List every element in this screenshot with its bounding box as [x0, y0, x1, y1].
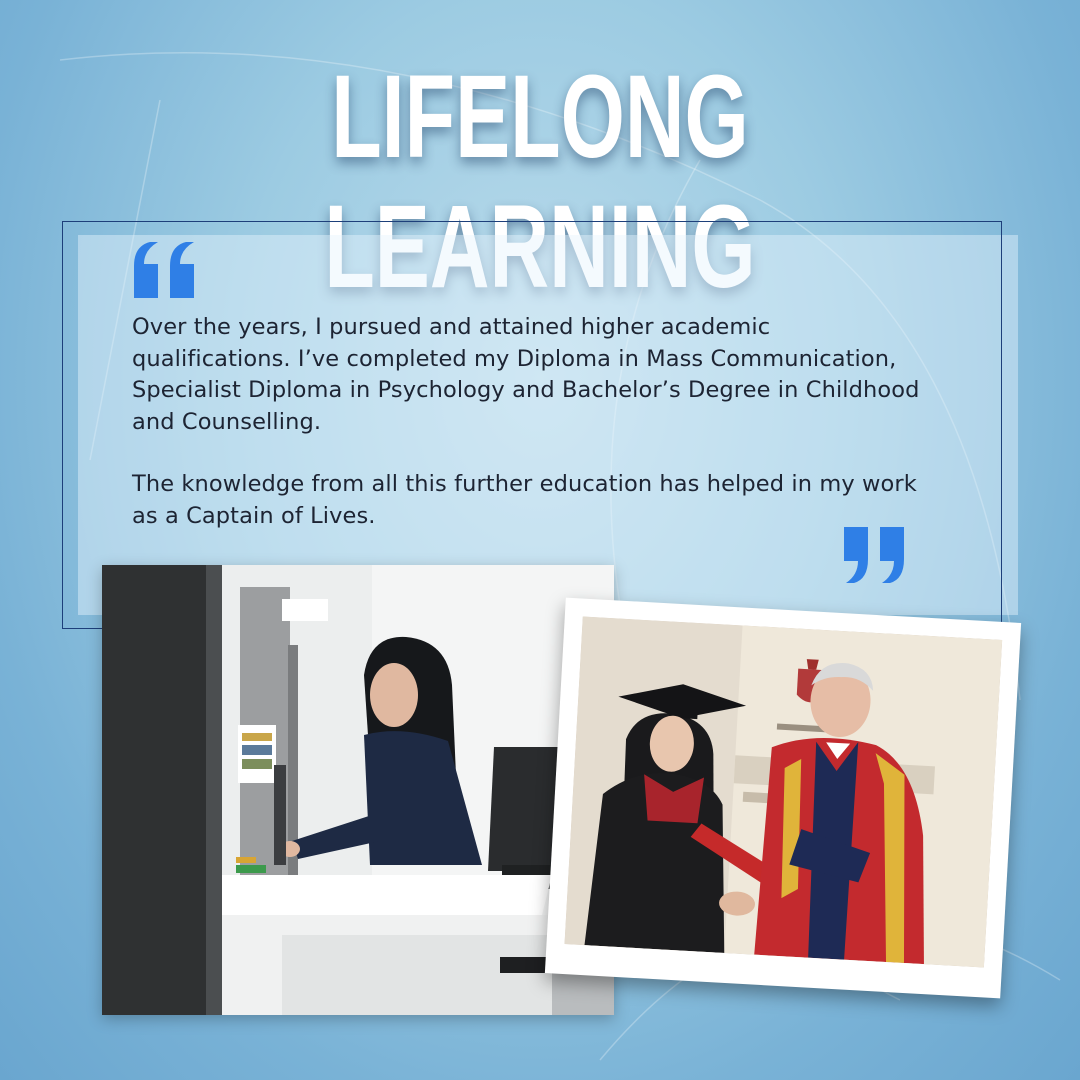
close-quote-icon	[844, 527, 904, 583]
graduation-photo	[544, 597, 1022, 999]
testimonial-quote: Over the years, I pursued and attained h…	[132, 312, 932, 563]
quote-paragraph-2: The knowledge from all this further educ…	[132, 471, 917, 529]
quote-paragraph-1: Over the years, I pursued and attained h…	[132, 314, 920, 435]
open-quote-icon	[134, 242, 194, 298]
office-work-photo	[102, 565, 614, 1015]
